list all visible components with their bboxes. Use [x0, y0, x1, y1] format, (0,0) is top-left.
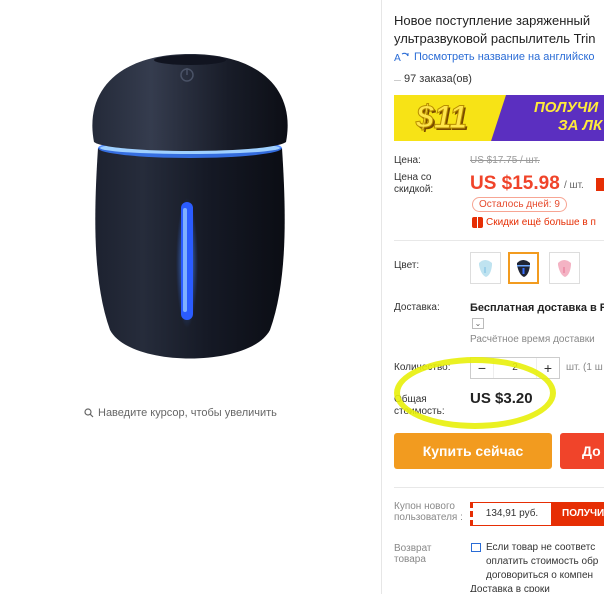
- return-policy-text: Если товар не соответс оплатить стоимост…: [486, 541, 598, 583]
- more-discounts-link[interactable]: Скидки ещё больше в п: [472, 217, 596, 228]
- column-divider: [381, 0, 382, 594]
- translate-link[interactable]: A Посмотреть название на английско: [394, 51, 595, 63]
- translate-icon: A: [394, 52, 409, 63]
- translate-link-text: Посмотреть название на английско: [414, 51, 595, 63]
- return-policy-icon: [471, 543, 481, 552]
- zoom-hint-text: Наведите курсор, чтобы увеличить: [98, 407, 277, 419]
- magnifier-icon: [84, 408, 94, 418]
- color-swatch-light-blue[interactable]: [470, 252, 501, 284]
- color-label: Цвет:: [394, 260, 420, 271]
- shipping-dropdown[interactable]: ⌄: [472, 318, 484, 329]
- sale-price-label: Цена со скидкой:: [394, 172, 434, 195]
- buy-now-button[interactable]: Купить сейчас: [394, 433, 552, 469]
- svg-text:A: A: [394, 53, 401, 63]
- more-discounts-text: Скидки ещё больше в п: [486, 217, 596, 228]
- sale-price: US $15.98: [470, 173, 560, 194]
- humidifier-blue-thumb: [479, 260, 492, 277]
- humidifier-black-thumb: [517, 260, 530, 277]
- title-line-1: Новое поступление заряженный: [394, 13, 591, 28]
- coupon-label: Купон нового пользователя :: [394, 501, 463, 523]
- zoom-hint: Наведите курсор, чтобы увеличить: [84, 407, 277, 419]
- discount-badge: [596, 178, 604, 191]
- shipping-time: Расчётное время доставки: [470, 334, 595, 345]
- shipping-value: Бесплатная доставка в Ru: [470, 302, 604, 314]
- per-unit: / шт.: [564, 180, 584, 191]
- coupon-amount: 134,91 руб.: [470, 502, 552, 526]
- promo-text: ПОЛУЧИ ЗА ЛК: [534, 99, 602, 135]
- product-details: Новое поступление заряженный ультразвуко…: [394, 0, 604, 594]
- add-to-cart-button[interactable]: До: [560, 433, 604, 469]
- return-line-1: Если товар не соответс: [486, 542, 596, 553]
- price-label: Цена:: [394, 155, 421, 166]
- promo-amount: $11: [415, 99, 468, 136]
- promo-text-line-1: ПОЛУЧИ: [534, 99, 599, 116]
- shipping-label: Доставка:: [394, 302, 440, 313]
- delivery-guarantee: Доставка в сроки: [470, 584, 550, 592]
- section-divider: [394, 240, 604, 241]
- section-divider-2: [394, 487, 604, 488]
- return-line-3: договориться о компен: [486, 570, 594, 581]
- old-price: US $17.75 / шт.: [470, 155, 540, 166]
- product-gallery[interactable]: Наведите курсор, чтобы увеличить: [0, 0, 380, 594]
- highlight-annotation: [394, 357, 556, 429]
- gift-icon: [472, 217, 483, 228]
- title-line-2: ультразвуковой распылитель Trin: [394, 31, 596, 46]
- orders-separator: [394, 80, 401, 81]
- coupon-get-button[interactable]: ПОЛУЧИ: [552, 502, 604, 526]
- quantity-unit: шт. (1 ш: [566, 362, 603, 373]
- days-left-badge: Осталось дней: 9: [472, 197, 567, 212]
- product-title[interactable]: Новое поступление заряженный ультразвуко…: [394, 12, 604, 48]
- return-line-2: оплатить стоимость обр: [486, 556, 599, 567]
- return-label: Возврат товара: [394, 543, 432, 565]
- promo-banner[interactable]: $11 ПОЛУЧИ ЗА ЛК: [394, 95, 604, 141]
- product-image[interactable]: [70, 30, 310, 380]
- orders-count: 97 заказа(ов): [404, 73, 472, 85]
- color-swatch-pink[interactable]: [549, 252, 580, 284]
- color-swatch-black[interactable]: [508, 252, 539, 284]
- promo-text-line-2: ЗА ЛК: [558, 117, 603, 134]
- humidifier-pink-thumb: [558, 260, 571, 277]
